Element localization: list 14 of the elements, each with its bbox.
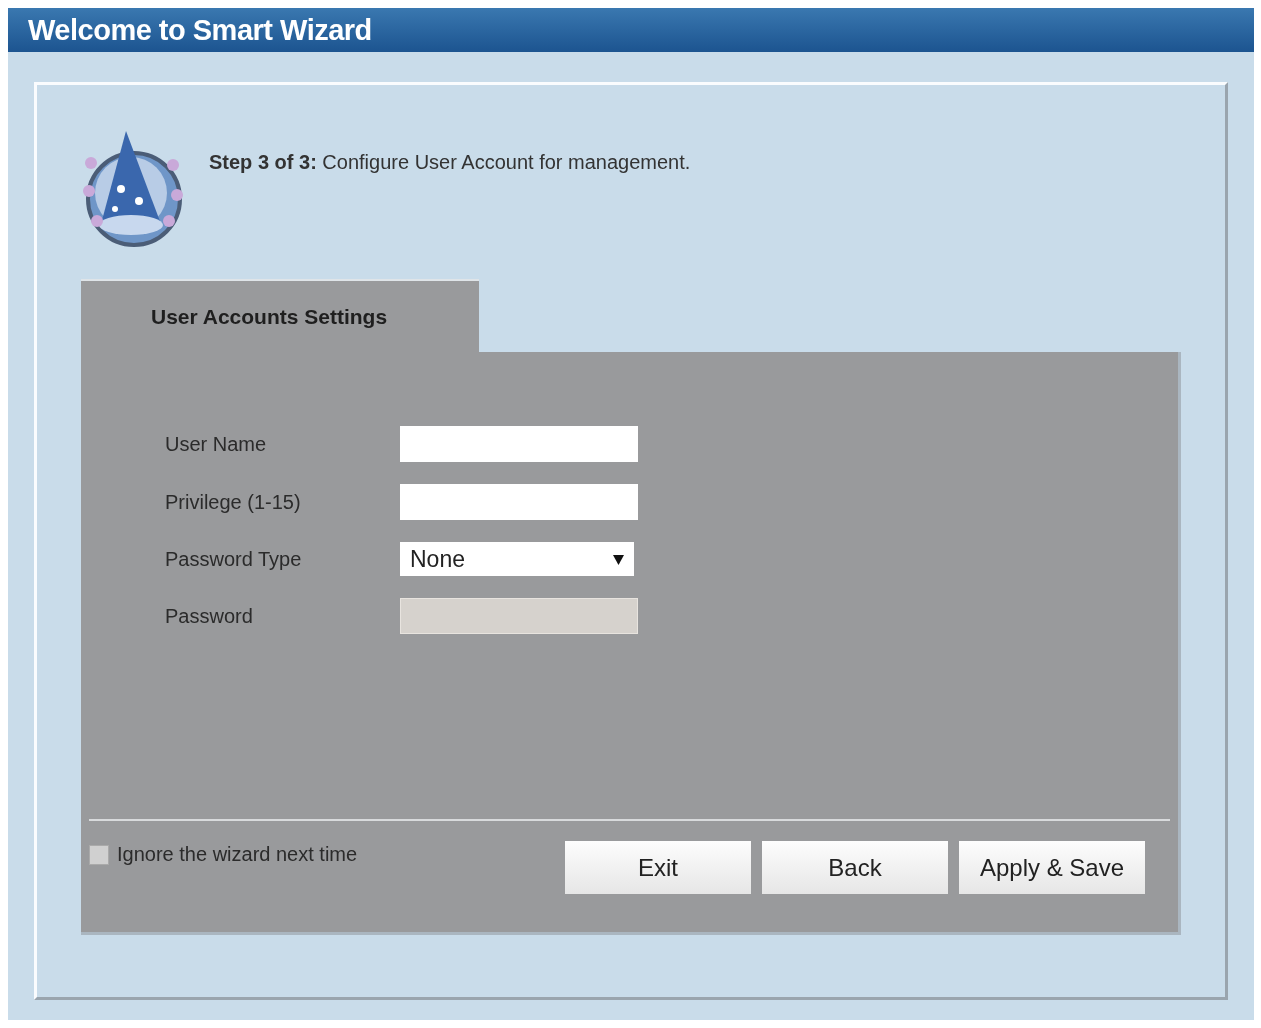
dropdown[interactable]: None — [400, 542, 634, 576]
window-title: Welcome to Smart Wizard — [8, 8, 1254, 52]
field-label: Password Type — [165, 547, 303, 571]
field-label: User Name — [165, 432, 268, 456]
wizard-button[interactable]: Exit — [565, 841, 751, 894]
caret-icon — [613, 553, 624, 565]
tab[interactable]: User Accounts Settings — [81, 279, 479, 352]
checkbox-label: Ignore the wizard next time — [117, 843, 358, 866]
wizard-button[interactable]: Back — [762, 841, 948, 894]
field-label: Privilege (1-15) — [165, 490, 302, 514]
checkbox[interactable] — [89, 844, 109, 865]
wizard-button[interactable]: Apply & Save — [959, 841, 1145, 894]
step-description: Step 3 of 3: Configure User Account for management. — [209, 151, 691, 174]
field-label: Password — [165, 604, 254, 628]
